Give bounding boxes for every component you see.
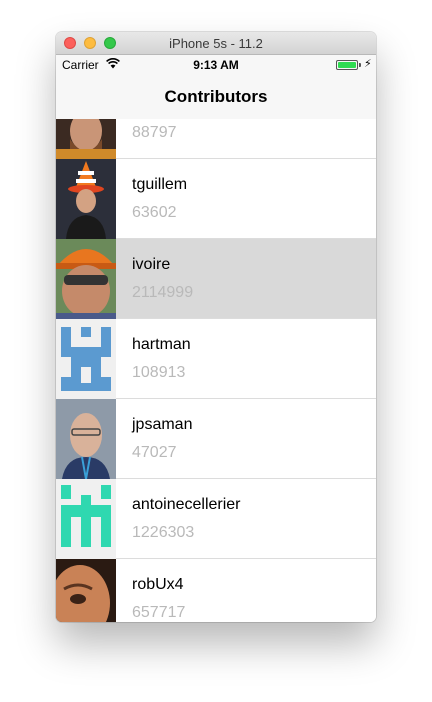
- list-item[interactable]: antoinecellerier 1226303: [56, 479, 376, 559]
- list-item[interactable]: robUx4 657717: [56, 559, 376, 622]
- contributor-name: hartman: [132, 336, 191, 353]
- list-item[interactable]: hartman 108913: [56, 319, 376, 399]
- contribution-count: 657717: [132, 604, 186, 621]
- simulator-window: iPhone 5s - 11.2 Carrier 9:13 AM ⚡ Contr…: [56, 32, 376, 622]
- avatar: [56, 399, 116, 479]
- identicon-icon: [56, 479, 116, 559]
- avatar: [56, 119, 116, 159]
- list-item[interactable]: jpsaman 47027: [56, 399, 376, 479]
- avatar: [56, 239, 116, 319]
- list-item-selected[interactable]: ivoire 2114999: [56, 239, 376, 319]
- contributor-name: jpsaman: [132, 416, 193, 433]
- window-title: iPhone 5s - 11.2: [169, 36, 263, 51]
- contribution-count: 63602: [132, 204, 177, 221]
- person-photo-icon: [56, 399, 116, 479]
- navigation-bar: Contributors: [56, 75, 376, 120]
- contribution-count: 47027: [132, 444, 177, 461]
- clock-time: 9:13 AM: [193, 58, 239, 72]
- page-title: Contributors: [164, 87, 268, 106]
- person-photo-icon: [56, 159, 116, 239]
- contribution-count: 2114999: [132, 284, 194, 301]
- battery-icon: [336, 60, 358, 70]
- avatar: [56, 479, 116, 559]
- battery-level-fill: [338, 62, 356, 68]
- person-photo-icon: [56, 239, 116, 319]
- status-bar: Carrier 9:13 AM ⚡: [56, 55, 376, 75]
- contributor-name: tguillem: [132, 176, 188, 193]
- contributor-name: antoinecellerier: [132, 496, 241, 513]
- contribution-count: 1226303: [132, 524, 195, 541]
- contribution-count: 108913: [132, 364, 186, 381]
- battery-cap: [359, 63, 361, 67]
- person-photo-icon: [56, 119, 116, 159]
- avatar: [56, 319, 116, 399]
- person-photo-icon: [56, 559, 116, 622]
- avatar: [56, 159, 116, 239]
- identicon-icon: [56, 319, 116, 399]
- contributors-list[interactable]: 88797 tguillem 63602 ivoire 2114999 hart…: [56, 119, 376, 622]
- list-item[interactable]: 88797: [56, 119, 376, 159]
- contribution-count: 88797: [132, 124, 177, 141]
- contributor-name: robUx4: [132, 576, 184, 593]
- charging-bolt-icon: ⚡: [364, 58, 372, 70]
- window-titlebar: iPhone 5s - 11.2: [56, 32, 376, 55]
- list-item[interactable]: tguillem 63602: [56, 159, 376, 239]
- contributor-name: ivoire: [132, 256, 171, 273]
- avatar: [56, 559, 116, 622]
